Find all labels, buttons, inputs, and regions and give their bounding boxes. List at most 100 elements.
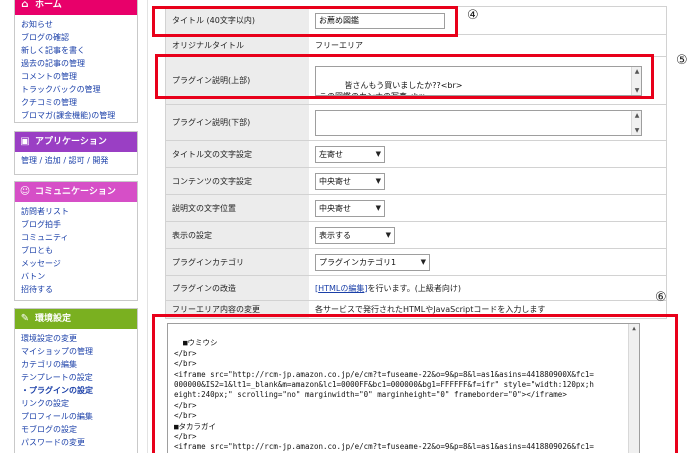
desc-bottom-textarea[interactable]: ▲ ▼ [315,109,642,136]
sidebar-community-box: ☺ コミュニケーション 訪問者リスト ブログ拍手 コミュニティ ブロとも メッセ… [14,181,138,301]
sidebar-item-trackbacks[interactable]: トラックバックの管理 [21,83,137,96]
row-desc-top: プラグイン説明(上部) 皆さんもう買いましたか??<br> この図鑑のカンナの写… [165,57,667,105]
scroll-up-icon[interactable]: ▲ [629,324,639,333]
row-display: 表示の設定 表示する ▼ [165,222,667,249]
sidebar-apps-header[interactable]: ▣ アプリケーション [15,132,137,152]
plugin-edit-label: プラグインの改造 [166,276,309,300]
desc-top-textarea[interactable]: 皆さんもう買いましたか??<br> この図鑑のカンナの写真<br> ▲ ▼ [315,65,642,96]
sidebar-item-visitors[interactable]: 訪問者リスト [21,205,137,218]
sidebar-item-reviews[interactable]: クチコミの管理 [21,96,137,109]
display-value: 表示する [319,230,351,240]
desc-top-text: 皆さんもう買いましたか??<br> この図鑑のカンナの写真<br> [319,80,463,95]
sidebar-item-env-change[interactable]: 環境設定の変更 [21,332,137,345]
sidebar-item-blomaga[interactable]: ブロマガ(課金機能)の管理 [21,109,137,122]
people-icon: ☺ [19,186,31,197]
row-desc-bottom: プラグイン説明(下部) ▲ ▼ [165,105,667,141]
sidebar-item-invite[interactable]: 招待する [21,283,137,296]
scroll-up-icon[interactable]: ▲ [632,67,641,76]
content-align-label: コンテンツの文字設定 [166,168,309,194]
sidebar-item-past-posts[interactable]: 過去の記事の管理 [21,57,137,70]
row-free-area: フリーエリア内容の変更 各サービスで発行されたHTMLやJavaScriptコー… [165,301,667,319]
sidebar: ⌂ ホーム お知らせ ブログの確認 新しく記事を書く 過去の記事の管理 コメント… [0,0,138,453]
free-area-code-textarea[interactable]: ■ウミウシ </br> </br> <iframe src="http://rc… [167,323,640,453]
sidebar-item-moblog[interactable]: モブログの設定 [21,423,137,436]
wrench-icon: ✎ [20,313,30,324]
chevron-down-icon: ▼ [375,203,381,212]
sidebar-item-community[interactable]: コミュニティ [21,231,137,244]
row-category: プラグインカテゴリ プラグインカテゴリ1 ▼ [165,249,667,276]
annotation-number-4: ④ [467,8,479,23]
display-label: 表示の設定 [166,222,309,248]
code-scrollbar[interactable]: ▲ [628,324,639,453]
desc-align-label: 説明文の文字位置 [166,195,309,221]
free-area-code: ■ウミウシ </br> </br> <iframe src="http://rc… [174,338,594,453]
html-edit-link[interactable]: HTMLの編集 [318,283,364,294]
category-label: プラグインカテゴリ [166,249,309,275]
sidebar-item-baton[interactable]: バトン [21,270,137,283]
display-select[interactable]: 表示する ▼ [315,226,395,244]
sidebar-item-blog-check[interactable]: ブログの確認 [21,31,137,44]
sidebar-item-plugin[interactable]: ・プラグインの設定 [21,384,137,397]
original-title-value: フリーエリア [315,41,363,50]
sidebar-item-brotomo[interactable]: ブロとも [21,244,137,257]
sidebar-item-new-post[interactable]: 新しく記事を書く [21,44,137,57]
original-title-label: オリジナルタイトル [166,35,309,56]
annotation-number-5: ⑤ [676,53,688,68]
sidebar-home-title: ホーム [35,0,62,10]
free-area-label: フリーエリア内容の変更 [166,301,309,318]
sidebar-item-messages[interactable]: メッセージ [21,257,137,270]
row-title: タイトル (40文字以内) お薦め図鑑 [165,7,667,35]
sidebar-item-links[interactable]: リンクの設定 [21,397,137,410]
desc-bottom-scrollbar[interactable]: ▲ ▼ [631,110,641,135]
plugin-edit-text: を行います。(上級者向け) [367,283,461,293]
scroll-up-icon[interactable]: ▲ [632,111,641,120]
sidebar-home-box: ⌂ ホーム お知らせ ブログの確認 新しく記事を書く 過去の記事の管理 コメント… [14,0,138,123]
row-original-title: オリジナルタイトル フリーエリア [165,35,667,57]
row-content-align: コンテンツの文字設定 中央寄せ ▼ [165,168,667,195]
sidebar-home-list: お知らせ ブログの確認 新しく記事を書く 過去の記事の管理 コメントの管理 トラ… [15,15,137,125]
row-title-align: タイトル文の文字設定 左寄せ ▼ [165,141,667,168]
category-value: プラグインカテゴリ1 [319,257,397,267]
sidebar-apps-box: ▣ アプリケーション 管理 / 追加 / 認可 / 開発 [14,131,138,175]
title-input[interactable]: お薦め図鑑 [315,12,445,29]
desc-top-scrollbar[interactable]: ▲ ▼ [631,66,641,95]
chevron-down-icon: ▼ [420,257,426,266]
sidebar-settings-list: 環境設定の変更 マイショップの管理 カテゴリの編集 テンプレートの設定 ・プラグ… [15,329,137,452]
sidebar-home-header[interactable]: ⌂ ホーム [15,0,137,15]
chevron-down-icon: ▼ [385,230,391,239]
title-align-value: 左寄せ [319,149,343,159]
content-align-value: 中央寄せ [319,176,351,186]
sidebar-item-comments[interactable]: コメントの管理 [21,70,137,83]
annotation-number-6: ⑥ [655,290,667,305]
chevron-down-icon: ▼ [375,176,381,185]
content-align-select[interactable]: 中央寄せ ▼ [315,172,385,190]
sidebar-item-applause[interactable]: ブログ拍手 [21,218,137,231]
settings-table: タイトル (40文字以内) お薦め図鑑 オリジナルタイトル フリーエリア プラグ… [165,6,667,319]
sidebar-item-category-edit[interactable]: カテゴリの編集 [21,358,137,371]
desc-align-select[interactable]: 中央寄せ ▼ [315,199,385,217]
sidebar-settings-title: 環境設定 [35,314,72,324]
sidebar-item-template[interactable]: テンプレートの設定 [21,371,137,384]
sidebar-community-header[interactable]: ☺ コミュニケーション [15,182,137,202]
sidebar-apps-title: アプリケーション [35,137,107,147]
desc-top-label: プラグイン説明(上部) [166,57,309,104]
content-divider [147,0,157,453]
row-desc-align: 説明文の文字位置 中央寄せ ▼ [165,195,667,222]
sidebar-item-myshop[interactable]: マイショップの管理 [21,345,137,358]
home-icon: ⌂ [21,0,29,10]
title-label: タイトル (40文字以内) [166,7,309,34]
scroll-down-icon[interactable]: ▼ [632,86,641,95]
sidebar-item-news[interactable]: お知らせ [21,18,137,31]
category-select[interactable]: プラグインカテゴリ1 ▼ [315,253,430,271]
sidebar-apps-links[interactable]: 管理 / 追加 / 認可 / 開発 [15,152,137,170]
sidebar-settings-box: ✎ 環境設定 環境設定の変更 マイショップの管理 カテゴリの編集 テンプレートの… [14,308,138,453]
chevron-down-icon: ▼ [375,149,381,158]
scroll-down-icon[interactable]: ▼ [632,126,641,135]
title-align-label: タイトル文の文字設定 [166,141,309,167]
title-align-select[interactable]: 左寄せ ▼ [315,145,385,163]
app-icon: ▣ [20,136,30,147]
sidebar-item-password[interactable]: パスワードの変更 [21,436,137,449]
sidebar-community-title: コミュニケーション [35,187,116,197]
sidebar-settings-header[interactable]: ✎ 環境設定 [15,309,137,329]
sidebar-item-profile[interactable]: プロフィールの編集 [21,410,137,423]
